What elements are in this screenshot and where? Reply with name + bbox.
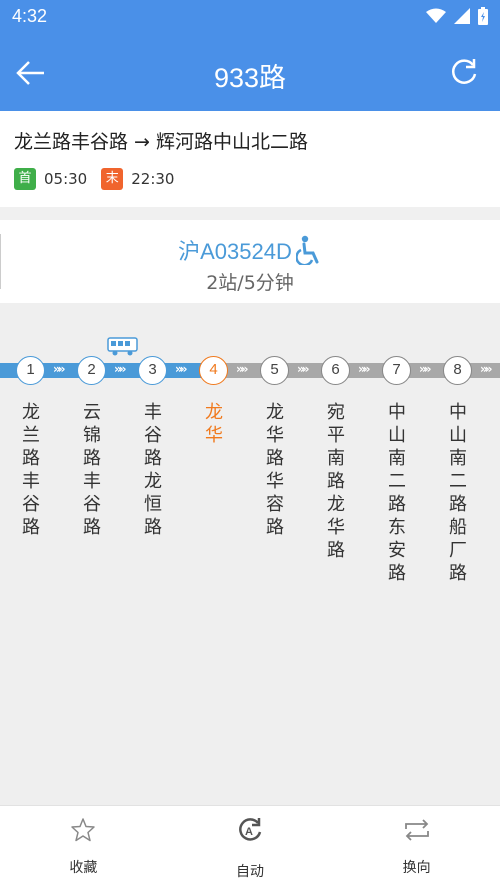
stop-marker[interactable]: 5 xyxy=(260,356,289,385)
wheelchair-icon xyxy=(295,235,319,267)
status-time: 4:32 xyxy=(12,6,48,26)
refresh-icon xyxy=(452,59,477,84)
stop-marker[interactable]: 1 xyxy=(16,356,45,385)
stop-name[interactable]: 中山南二路东安路 xyxy=(386,401,408,585)
stop-name-current[interactable]: 龙华 xyxy=(203,401,225,447)
swap-icon xyxy=(404,819,429,841)
direction-arrow: »» xyxy=(114,362,126,376)
direction-arrow: »» xyxy=(236,362,248,376)
stop-name[interactable]: 中山南二路船厂路 xyxy=(447,401,469,585)
star-icon xyxy=(71,818,96,842)
status-icons xyxy=(426,7,488,25)
refresh-button[interactable] xyxy=(448,56,480,88)
wifi-icon xyxy=(426,8,446,23)
bus-plate: 沪A03524D xyxy=(178,239,292,264)
page-title: 933路 xyxy=(213,63,287,93)
stop-name[interactable]: 龙华路华容路 xyxy=(264,401,286,539)
bus-eta: 2站/5分钟 xyxy=(206,272,294,294)
favorite-label: 收藏 xyxy=(69,860,98,876)
stop-marker[interactable]: 6 xyxy=(321,356,350,385)
bus-icon xyxy=(107,337,138,356)
bottom-nav: 收藏 A 自动 换向 xyxy=(0,805,500,889)
service-times: 首 05:30 末 22:30 xyxy=(14,168,174,190)
switch-label: 换向 xyxy=(402,860,431,876)
bus-arrival-card[interactable]: 沪A03524D 2站/5分钟 xyxy=(0,220,500,303)
svg-text:A: A xyxy=(245,826,253,838)
direction-arrow: »» xyxy=(480,362,492,376)
stop-name[interactable]: 宛平南路龙华路 xyxy=(325,401,347,562)
route-map: »» »» »» »» »» »» »» »» 1 2 3 4 5 6 7 8 … xyxy=(0,303,500,805)
auto-button[interactable]: A 自动 xyxy=(167,806,334,889)
bus-plate-row: 沪A03524D xyxy=(0,234,500,267)
stop-name[interactable]: 龙兰路丰谷路 xyxy=(20,401,42,539)
stop-marker-current[interactable]: 4 xyxy=(199,356,228,385)
stop-marker[interactable]: 2 xyxy=(77,356,106,385)
route-direction: 龙兰路丰谷路 → 辉河路中山北二路 xyxy=(14,131,308,153)
last-bus-badge: 末 xyxy=(101,168,124,190)
app-header: 4:32 933路 xyxy=(0,0,500,111)
stop-marker[interactable]: 8 xyxy=(443,356,472,385)
battery-icon xyxy=(478,7,488,25)
status-bar: 4:32 xyxy=(0,0,500,34)
stop-name[interactable]: 云锦路丰谷路 xyxy=(81,401,103,539)
switch-direction-button[interactable]: 换向 xyxy=(333,806,500,889)
route-info-card: 龙兰路丰谷路 → 辉河路中山北二路 首 05:30 末 22:30 xyxy=(0,111,500,207)
auto-label: 自动 xyxy=(236,864,264,880)
direction-arrow: »» xyxy=(175,362,187,376)
stop-marker[interactable]: 7 xyxy=(382,356,411,385)
first-bus-badge: 首 xyxy=(14,168,36,190)
direction-arrow: »» xyxy=(297,362,309,376)
auto-refresh-icon: A xyxy=(239,818,262,841)
signal-icon xyxy=(454,8,470,24)
direction-arrow: »» xyxy=(419,362,431,376)
stop-marker[interactable]: 3 xyxy=(138,356,167,385)
last-bus-time: 22:30 xyxy=(131,170,175,188)
direction-arrow: »» xyxy=(53,362,65,376)
stop-name[interactable]: 丰谷路龙恒路 xyxy=(142,401,164,539)
first-bus-time: 05:30 xyxy=(44,170,88,188)
favorite-button[interactable]: 收藏 xyxy=(0,806,167,889)
direction-arrow: »» xyxy=(358,362,370,376)
